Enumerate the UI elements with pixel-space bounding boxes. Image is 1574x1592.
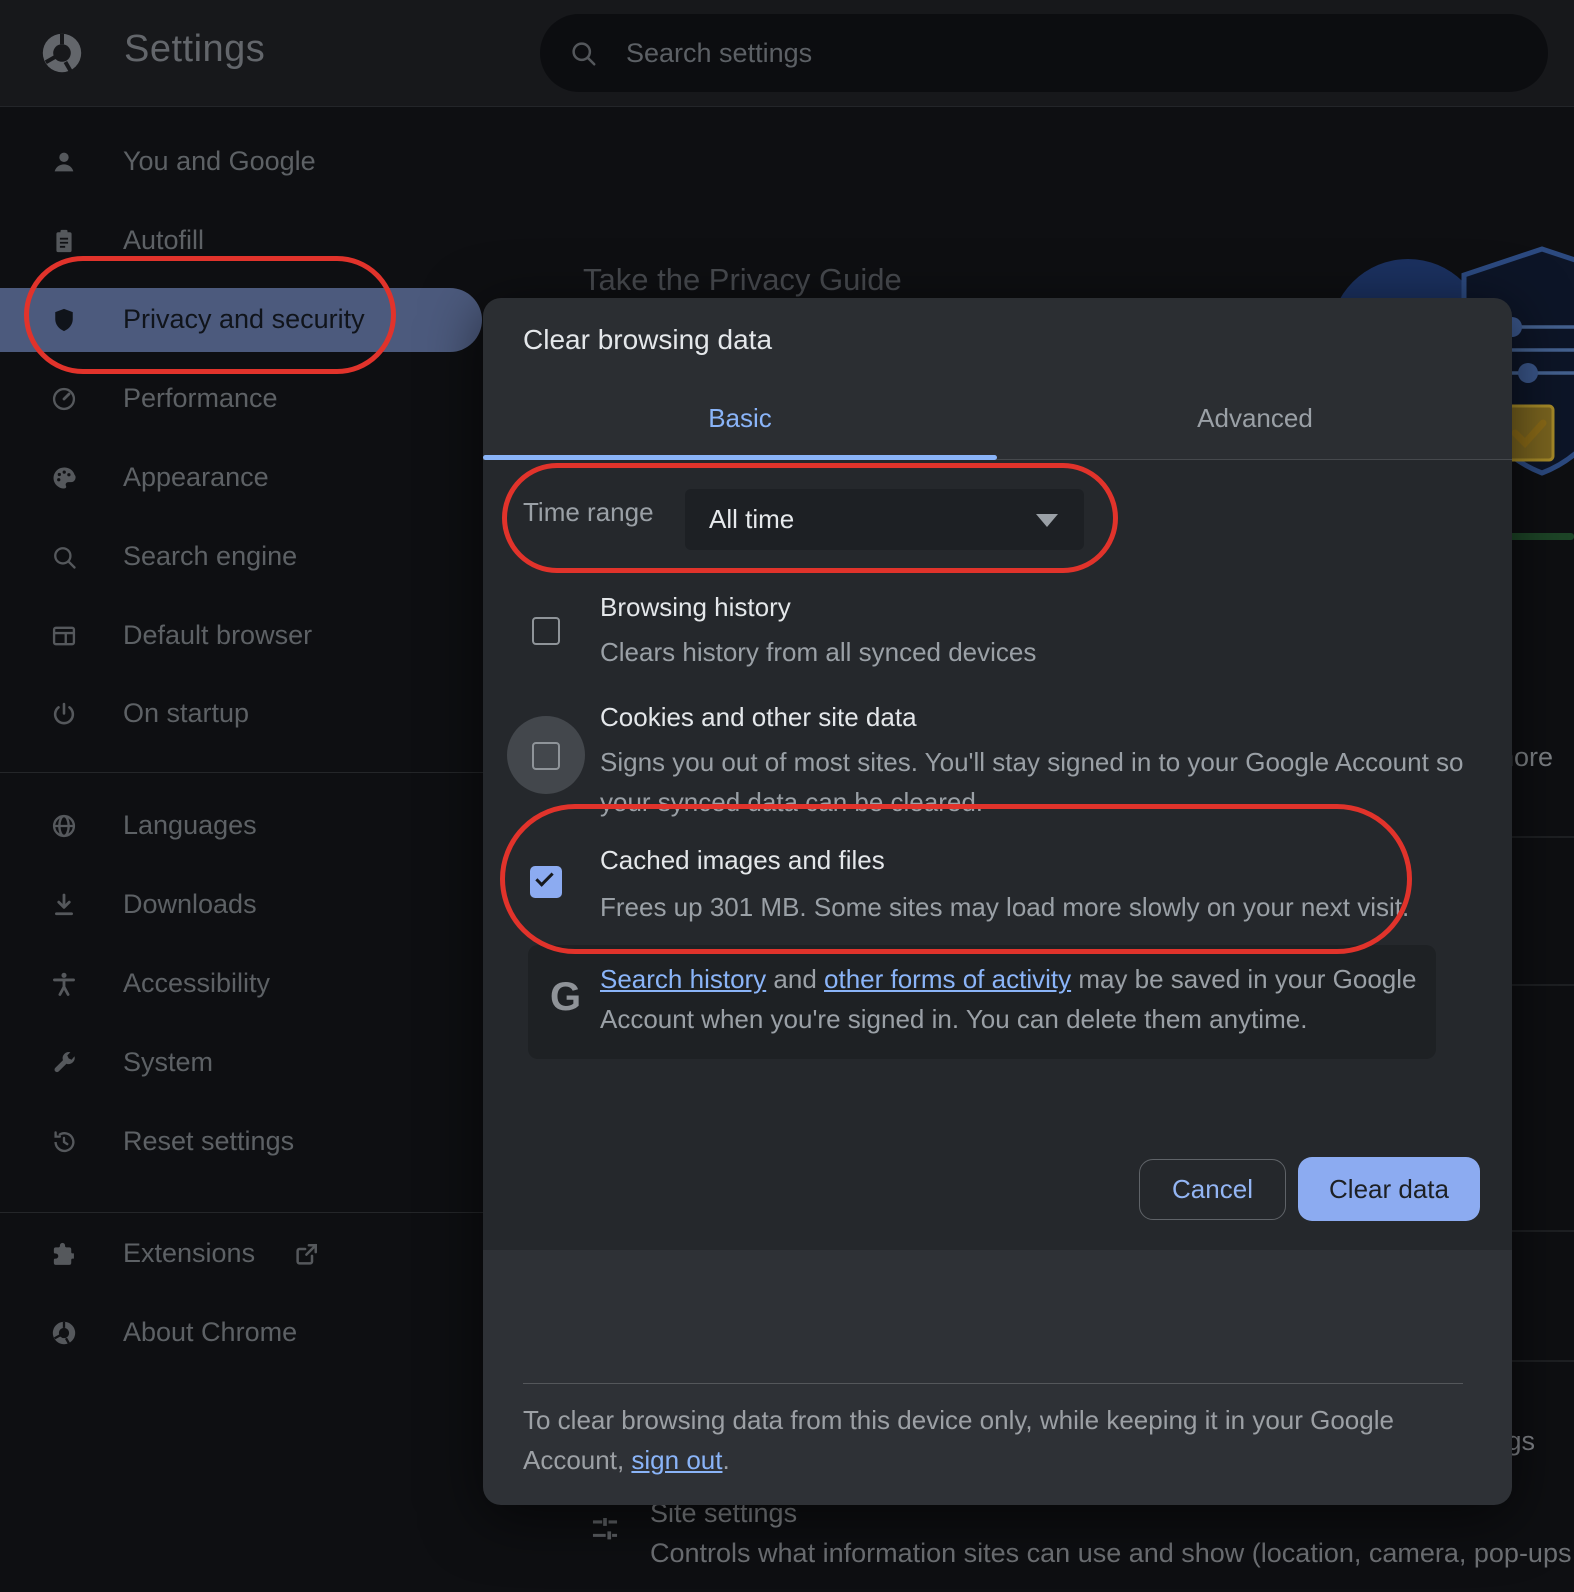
default-browser-icon bbox=[50, 622, 78, 650]
search-input[interactable] bbox=[624, 14, 1504, 92]
annotation-circle-time-range bbox=[502, 463, 1118, 573]
autofill-icon bbox=[50, 227, 78, 255]
performance-icon bbox=[50, 385, 78, 413]
tab-basic[interactable]: Basic bbox=[483, 390, 997, 460]
page-title: Settings bbox=[124, 28, 265, 71]
settings-header: Settings bbox=[0, 0, 1574, 107]
sidebar-divider bbox=[0, 772, 483, 773]
sidebar-item-search-engine[interactable]: Search engine bbox=[0, 525, 483, 589]
sidebar-item-label: Accessibility bbox=[123, 968, 270, 999]
sidebar-item-label: Languages bbox=[123, 810, 257, 841]
extensions-icon bbox=[50, 1240, 78, 1268]
dialog-footer: To clear browsing data from this device … bbox=[483, 1250, 1512, 1505]
footer-divider bbox=[523, 1383, 1463, 1384]
sidebar-item-label: System bbox=[123, 1047, 213, 1078]
sidebar-item-system[interactable]: System bbox=[0, 1031, 483, 1095]
sidebar-item-label: About Chrome bbox=[123, 1317, 297, 1348]
option-title: Browsing history bbox=[600, 592, 791, 623]
notice-text: Search history and other forms of activi… bbox=[600, 959, 1440, 1039]
appearance-icon bbox=[50, 464, 78, 492]
google-g-icon: G bbox=[550, 975, 581, 1020]
sign-out-link[interactable]: sign out bbox=[631, 1445, 722, 1475]
row-divider bbox=[1512, 984, 1574, 986]
sidebar-item-label: Downloads bbox=[123, 889, 257, 920]
dialog-header: Clear browsing data Basic Advanced bbox=[483, 298, 1512, 460]
sidebar-item-label: You and Google bbox=[123, 146, 316, 177]
google-account-notice: G Search history and other forms of acti… bbox=[528, 945, 1436, 1059]
chrome-logo-icon bbox=[38, 29, 86, 77]
sidebar-divider bbox=[0, 1212, 483, 1213]
footer-text: To clear browsing data from this device … bbox=[523, 1400, 1453, 1480]
annotation-circle-privacy-and-security bbox=[24, 256, 396, 374]
user-icon bbox=[50, 148, 78, 176]
search-history-link[interactable]: Search history bbox=[600, 964, 766, 994]
sidebar-item-on-startup[interactable]: On startup bbox=[0, 682, 483, 746]
sidebar-item-downloads[interactable]: Downloads bbox=[0, 873, 483, 937]
on-startup-icon bbox=[50, 700, 78, 728]
sidebar-item-accessibility[interactable]: Accessibility bbox=[0, 952, 483, 1016]
downloads-icon bbox=[50, 891, 78, 919]
about-chrome-icon bbox=[50, 1319, 78, 1347]
option-title: Cookies and other site data bbox=[600, 702, 917, 733]
external-link-icon bbox=[292, 1239, 322, 1269]
cancel-button[interactable]: Cancel bbox=[1139, 1159, 1286, 1220]
privacy-guide-heading: Take the Privacy Guide bbox=[583, 262, 902, 298]
annotation-circle-cached-images bbox=[500, 804, 1412, 954]
sidebar-item-label: Default browser bbox=[123, 620, 312, 651]
search-icon bbox=[568, 38, 598, 68]
sidebar-item-reset-settings[interactable]: Reset settings bbox=[0, 1110, 483, 1174]
system-icon bbox=[50, 1049, 78, 1077]
clear-data-button[interactable]: Clear data bbox=[1298, 1157, 1480, 1221]
dialog-title: Clear browsing data bbox=[523, 324, 772, 356]
notice-text-fragment: and bbox=[766, 964, 824, 994]
sidebar-item-about-chrome[interactable]: About Chrome bbox=[0, 1301, 483, 1365]
site-settings-icon bbox=[588, 1512, 622, 1546]
row-divider bbox=[1512, 1230, 1574, 1232]
other-activity-link[interactable]: other forms of activity bbox=[824, 964, 1071, 994]
reset-settings-icon bbox=[50, 1128, 78, 1156]
sidebar-item-appearance[interactable]: Appearance bbox=[0, 446, 483, 510]
sidebar-item-label: Performance bbox=[123, 383, 278, 414]
sidebar-item-you-and-google[interactable]: You and Google bbox=[0, 130, 483, 194]
sidebar-item-performance[interactable]: Performance bbox=[0, 367, 483, 431]
sidebar-item-extensions[interactable]: Extensions bbox=[0, 1222, 483, 1286]
sidebar-item-default-browser[interactable]: Default browser bbox=[0, 604, 483, 668]
row-divider bbox=[1512, 836, 1574, 838]
sidebar-item-label: Search engine bbox=[123, 541, 297, 572]
sidebar-item-label: Autofill bbox=[123, 225, 204, 256]
sidebar-item-label: On startup bbox=[123, 698, 249, 729]
accessibility-icon bbox=[50, 970, 78, 998]
cookies-checkbox[interactable] bbox=[532, 742, 560, 770]
search-engine-icon bbox=[50, 543, 78, 571]
browsing-history-checkbox[interactable] bbox=[532, 617, 560, 645]
option-description: Clears history from all synced devices bbox=[600, 632, 1036, 672]
sidebar-item-label: Reset settings bbox=[123, 1126, 294, 1157]
settings-search-bar[interactable] bbox=[540, 14, 1548, 92]
tab-advanced[interactable]: Advanced bbox=[998, 390, 1512, 460]
row-divider bbox=[1512, 1360, 1574, 1362]
sidebar-item-languages[interactable]: Languages bbox=[0, 794, 483, 858]
footer-text-fragment: . bbox=[722, 1445, 729, 1475]
sidebar-item-label: Extensions bbox=[123, 1238, 255, 1269]
languages-icon bbox=[50, 812, 78, 840]
chrome-settings-page: Settings You and Google Autofill Privacy… bbox=[0, 0, 1574, 1592]
site-settings-description: Controls what information sites can use … bbox=[650, 1538, 1574, 1569]
sidebar-item-label: Appearance bbox=[123, 462, 269, 493]
